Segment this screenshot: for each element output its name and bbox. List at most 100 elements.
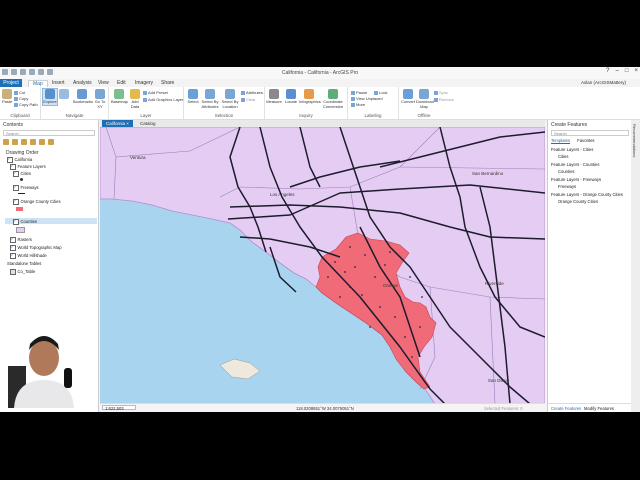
toc-group-standalone-tables[interactable]: Standalone Tables bbox=[7, 261, 41, 266]
list-by-snapping-icon[interactable] bbox=[39, 139, 45, 145]
template-item-counties[interactable]: Counties bbox=[558, 169, 575, 174]
checkbox-icon[interactable] bbox=[13, 170, 19, 177]
add-preset-button[interactable]: Add Preset bbox=[143, 90, 168, 95]
map-scale-selector[interactable]: 1:622,503 bbox=[102, 405, 136, 411]
city-point[interactable] bbox=[334, 261, 336, 263]
city-point[interactable] bbox=[327, 276, 329, 278]
remove-button[interactable]: Remove bbox=[434, 97, 454, 102]
close-icon[interactable]: × bbox=[634, 68, 638, 74]
maximize-icon[interactable]: □ bbox=[625, 68, 629, 74]
toc-table-co-table[interactable]: Co_Table bbox=[10, 269, 35, 275]
tab-catalog[interactable]: Catalog bbox=[136, 120, 160, 127]
clear-selection-button[interactable]: Clear bbox=[241, 97, 256, 102]
template-item-freeways[interactable]: Freeways bbox=[558, 184, 576, 189]
copy-path-button[interactable]: Copy Path bbox=[14, 102, 38, 107]
tab-create-features[interactable]: Create Features bbox=[551, 406, 581, 411]
measure-button[interactable]: Measure bbox=[266, 89, 282, 105]
template-item-cities[interactable]: Cities bbox=[558, 154, 568, 159]
toc-layer-cities[interactable]: Cities bbox=[13, 170, 31, 177]
goto-xy-button[interactable]: Go To XY bbox=[94, 89, 106, 109]
tab-modify-features[interactable]: Modify Features bbox=[584, 406, 614, 411]
lock-labels-button[interactable]: Lock bbox=[374, 90, 387, 95]
copy-button[interactable]: Copy bbox=[14, 96, 28, 101]
locate-button[interactable]: Locate bbox=[284, 89, 298, 105]
city-point[interactable] bbox=[421, 296, 423, 298]
pause-labels-button[interactable]: Pause bbox=[351, 90, 367, 95]
map-view[interactable]: California × Catalog Ventura Los Angeles… bbox=[100, 120, 545, 412]
bookmarks-button[interactable]: Bookmarks bbox=[73, 89, 93, 105]
add-graphics-layer-button[interactable]: Add Graphics Layer bbox=[143, 97, 183, 102]
city-point[interactable] bbox=[394, 316, 396, 318]
city-point[interactable] bbox=[379, 306, 381, 308]
basemap-button[interactable]: Basemap bbox=[111, 89, 128, 105]
city-point[interactable] bbox=[369, 326, 371, 328]
city-point[interactable] bbox=[384, 264, 386, 266]
city-point[interactable] bbox=[374, 276, 376, 278]
list-by-selection-icon[interactable] bbox=[21, 139, 27, 145]
help-icon[interactable]: ? bbox=[606, 68, 609, 74]
city-point[interactable] bbox=[419, 326, 421, 328]
create-features-search-input[interactable]: Search bbox=[551, 130, 629, 136]
tab-insert[interactable]: Insert bbox=[52, 80, 65, 86]
select-by-location-button[interactable]: Select By Location bbox=[221, 89, 239, 109]
nav-small-tools[interactable] bbox=[59, 89, 69, 100]
infographics-button[interactable]: Infographics bbox=[299, 89, 321, 105]
city-point[interactable] bbox=[344, 271, 346, 273]
attributes-button[interactable]: Attributes bbox=[241, 90, 263, 95]
tab-analysis[interactable]: Analysis bbox=[73, 80, 92, 86]
tab-view[interactable]: View bbox=[98, 80, 109, 86]
city-point[interactable] bbox=[361, 294, 363, 296]
tab-edit[interactable]: Edit bbox=[117, 80, 126, 86]
view-unplaced-button[interactable]: View Unplaced bbox=[351, 96, 383, 101]
city-point[interactable] bbox=[389, 251, 391, 253]
select-by-attributes-button[interactable]: Select By Attributes bbox=[201, 89, 219, 109]
toc-layer-freeways[interactable]: Freeways bbox=[13, 184, 39, 191]
city-point[interactable] bbox=[349, 286, 351, 288]
toc-layer-counties[interactable]: Counties bbox=[13, 218, 37, 225]
user-account[interactable]: Aslan (ArcGISMattery) bbox=[581, 80, 626, 85]
template-group-header[interactable]: Feature Layers - Freeways bbox=[551, 177, 601, 182]
template-group-header[interactable]: Feature Layers - Cities bbox=[551, 147, 593, 152]
tab-favorites[interactable]: Favorites bbox=[577, 138, 594, 143]
coordinate-conversion-button[interactable]: Coordinate Conversion bbox=[321, 89, 345, 109]
checkbox-icon[interactable] bbox=[13, 218, 19, 225]
template-item-orange-county-cities[interactable]: Orange County Cities bbox=[558, 199, 598, 204]
city-point[interactable] bbox=[339, 296, 341, 298]
tab-share[interactable]: Share bbox=[161, 80, 174, 86]
toc-layer-world-hillshade[interactable]: World Hillshade bbox=[10, 252, 47, 259]
city-point[interactable] bbox=[354, 266, 356, 268]
explore-button[interactable]: Explore bbox=[42, 88, 58, 106]
cut-button[interactable]: Cut bbox=[14, 90, 25, 95]
list-by-editing-icon[interactable] bbox=[30, 139, 36, 145]
tab-imagery[interactable]: Imagery bbox=[135, 80, 153, 86]
add-data-button[interactable]: Add Data bbox=[129, 89, 141, 109]
checkbox-icon[interactable] bbox=[10, 244, 16, 251]
paste-button[interactable]: Paste bbox=[2, 89, 12, 105]
list-by-labeling-icon[interactable] bbox=[48, 139, 54, 145]
list-by-drawing-order-icon[interactable] bbox=[3, 139, 9, 145]
select-button[interactable]: Select bbox=[186, 89, 200, 105]
toc-layer-orange-county-cities[interactable]: Orange County Cities bbox=[13, 198, 61, 205]
checkbox-icon[interactable] bbox=[10, 236, 16, 243]
recommendations-tab[interactable]: Recommendations bbox=[632, 124, 637, 157]
download-map-button[interactable]: Download Map bbox=[416, 89, 434, 109]
tab-map-california[interactable]: California × bbox=[102, 120, 133, 127]
city-point[interactable] bbox=[364, 254, 366, 256]
sync-button[interactable]: Sync bbox=[434, 90, 448, 95]
toc-layer-world-topographic[interactable]: World Topographic Map bbox=[10, 244, 62, 251]
minimize-icon[interactable]: – bbox=[616, 68, 619, 74]
list-by-source-icon[interactable] bbox=[12, 139, 18, 145]
city-point[interactable] bbox=[404, 336, 406, 338]
template-group-header[interactable]: Feature Layers - Orange County Cities bbox=[551, 192, 623, 197]
checkbox-icon[interactable] bbox=[10, 252, 16, 259]
toc-group-rasters[interactable]: Rasters bbox=[10, 236, 32, 243]
contents-search-input[interactable]: Search bbox=[3, 130, 95, 136]
checkbox-icon[interactable] bbox=[13, 184, 19, 191]
city-point[interactable] bbox=[349, 246, 351, 248]
more-labeling-button[interactable]: More bbox=[351, 102, 365, 107]
checkbox-icon[interactable] bbox=[13, 198, 19, 205]
convert-button[interactable]: Convert bbox=[400, 89, 416, 105]
map-canvas[interactable]: Ventura Los Angeles San Bernardino Riversid… bbox=[100, 127, 545, 404]
city-point[interactable] bbox=[409, 276, 411, 278]
template-group-header[interactable]: Feature Layers - Counties bbox=[551, 162, 599, 167]
